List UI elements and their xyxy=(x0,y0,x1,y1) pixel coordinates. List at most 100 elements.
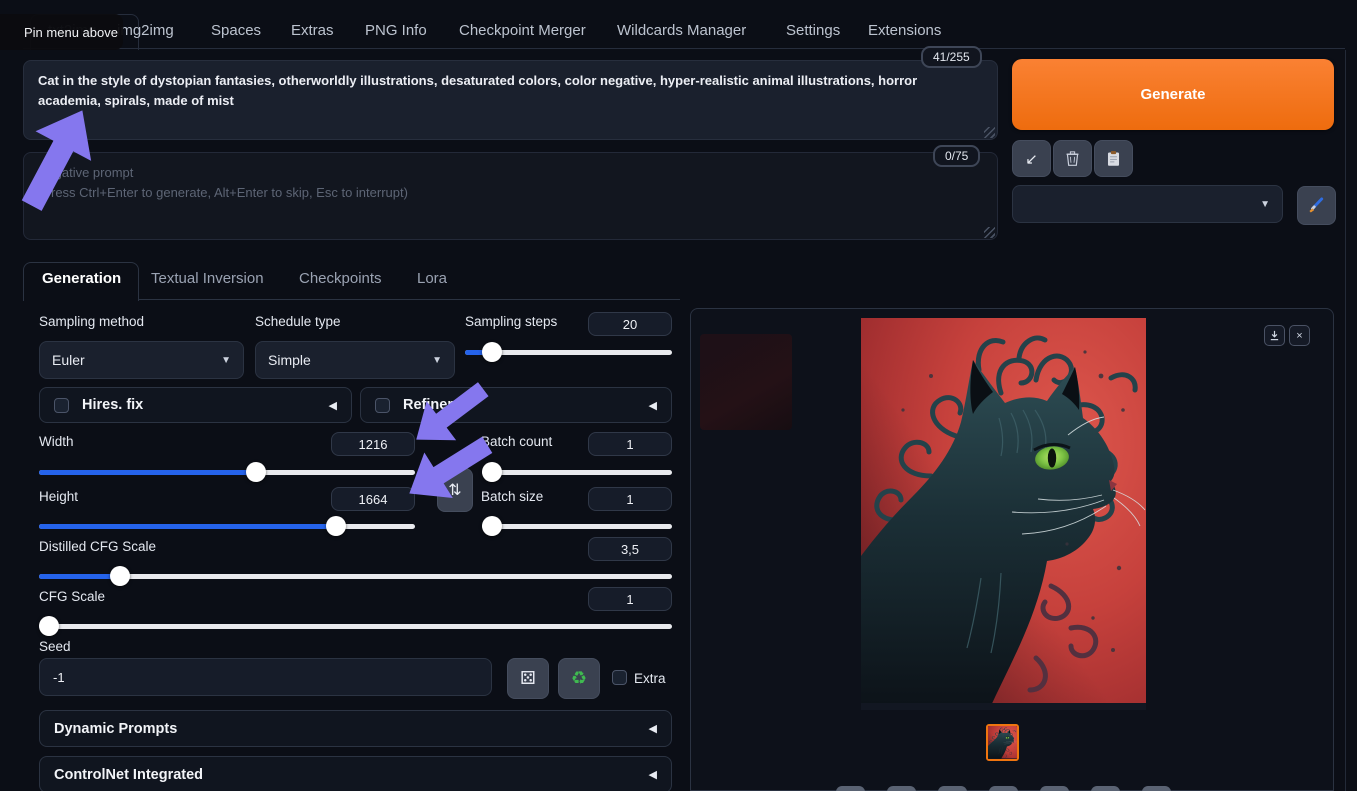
cfg-scale-input[interactable] xyxy=(588,587,672,611)
download-icon xyxy=(1269,330,1280,341)
batch-count-label: Batch count xyxy=(481,434,552,449)
tab-checkpoints[interactable]: Checkpoints xyxy=(299,270,382,287)
slider-knob[interactable] xyxy=(39,616,59,636)
batch-count-input[interactable] xyxy=(588,432,672,456)
gallery-action-button-1[interactable] xyxy=(836,786,865,791)
distilled-cfg-input[interactable] xyxy=(588,537,672,561)
width-input[interactable] xyxy=(331,432,415,456)
close-icon: × xyxy=(1296,330,1302,342)
gallery-thumbnail[interactable] xyxy=(986,724,1019,761)
seed-extra-checkbox[interactable] xyxy=(612,670,627,685)
generate-button[interactable]: Generate xyxy=(1012,59,1334,130)
tab-generation[interactable]: Generation xyxy=(42,270,121,287)
slider-knob[interactable] xyxy=(482,342,502,362)
txt2img-app: txt2img img2img Spaces Extras PNG Info C… xyxy=(0,0,1357,791)
tab-wildcards-manager[interactable]: Wildcards Manager xyxy=(617,22,746,39)
sampling-steps-label: Sampling steps xyxy=(465,314,557,329)
schedule-type-value: Simple xyxy=(268,352,311,368)
refiner-label: Refiner xyxy=(403,397,453,413)
chevron-down-icon: ▼ xyxy=(221,355,231,366)
distilled-cfg-slider[interactable] xyxy=(39,566,672,586)
tab-spaces[interactable]: Spaces xyxy=(211,22,261,39)
slider-knob[interactable] xyxy=(482,462,502,482)
corner-arrow-icon: ↙ xyxy=(1025,150,1038,168)
trash-icon xyxy=(1064,150,1081,167)
reuse-seed-button[interactable]: ♻ xyxy=(558,658,600,699)
height-slider[interactable] xyxy=(39,516,415,536)
thumbnail-cat-artwork xyxy=(988,726,1017,759)
batch-count-slider[interactable] xyxy=(482,462,672,482)
batch-size-input[interactable] xyxy=(588,487,672,511)
edit-styles-button[interactable] xyxy=(1297,186,1336,225)
hires-fix-accordion[interactable]: Hires. fix ◀ xyxy=(39,387,352,423)
refiner-accordion[interactable]: Refiner ◀ xyxy=(360,387,672,423)
clear-prompt-button[interactable] xyxy=(1053,140,1092,177)
gallery-action-button-5[interactable] xyxy=(1040,786,1069,791)
slider-fill xyxy=(39,574,120,579)
tab-extras[interactable]: Extras xyxy=(291,22,334,39)
gallery-action-button-2[interactable] xyxy=(887,786,916,791)
slider-knob[interactable] xyxy=(246,462,266,482)
generated-image[interactable] xyxy=(861,318,1146,710)
sampling-method-value: Euler xyxy=(52,352,85,368)
sampling-steps-input[interactable] xyxy=(588,312,672,336)
schedule-type-label: Schedule type xyxy=(255,314,341,329)
interrupt-corner-button[interactable]: ↙ xyxy=(1012,140,1051,177)
cfg-scale-label: CFG Scale xyxy=(39,589,105,604)
collapse-left-icon: ◀ xyxy=(649,399,657,412)
slider-track xyxy=(39,624,672,629)
batch-size-label: Batch size xyxy=(481,489,543,504)
download-image-button[interactable] xyxy=(1264,325,1285,346)
pin-menu-tooltip: Pin menu above xyxy=(0,14,123,50)
tab-settings[interactable]: Settings xyxy=(786,22,840,39)
prompt-resize-grip[interactable] xyxy=(984,127,995,138)
recycle-icon: ♻ xyxy=(571,668,587,689)
paste-generation-params-button[interactable] xyxy=(1094,140,1133,177)
cfg-scale-slider[interactable] xyxy=(39,616,672,636)
sampling-method-dropdown[interactable]: Euler ▼ xyxy=(39,341,244,379)
slider-fill xyxy=(39,470,256,475)
schedule-type-dropdown[interactable]: Simple ▼ xyxy=(255,341,455,379)
hires-fix-label: Hires. fix xyxy=(82,397,143,413)
tab-extensions[interactable]: Extensions xyxy=(868,22,941,39)
negative-resize-grip[interactable] xyxy=(984,227,995,238)
height-input[interactable] xyxy=(331,487,415,511)
random-seed-button[interactable]: ⚄ xyxy=(507,658,549,699)
gallery-action-button-6[interactable] xyxy=(1091,786,1120,791)
close-image-button[interactable]: × xyxy=(1289,325,1310,346)
tab-img2img[interactable]: img2img xyxy=(117,22,174,39)
negative-prompt-input[interactable] xyxy=(23,152,998,240)
clipboard-icon xyxy=(1105,150,1122,167)
width-slider[interactable] xyxy=(39,462,415,482)
negative-token-counter: 0/75 xyxy=(933,145,980,167)
slider-knob[interactable] xyxy=(110,566,130,586)
gallery-action-button-7[interactable] xyxy=(1142,786,1171,791)
dynamic-prompts-label: Dynamic Prompts xyxy=(54,721,177,737)
controlnet-accordion[interactable]: ControlNet Integrated ◀ xyxy=(39,756,672,791)
slider-knob[interactable] xyxy=(482,516,502,536)
prompt-token-counter: 41/255 xyxy=(921,46,982,68)
dynamic-prompts-accordion[interactable]: Dynamic Prompts ◀ xyxy=(39,710,672,747)
tab-lora[interactable]: Lora xyxy=(417,270,447,287)
collapse-left-icon: ◀ xyxy=(329,399,337,412)
gallery-action-button-4[interactable] xyxy=(989,786,1018,791)
refiner-checkbox[interactable] xyxy=(375,398,390,413)
style-preset-dropdown[interactable]: ▼ xyxy=(1012,185,1283,223)
distilled-cfg-label: Distilled CFG Scale xyxy=(39,539,156,554)
tab-checkpoint-merger[interactable]: Checkpoint Merger xyxy=(459,22,586,39)
gallery-action-button-3[interactable] xyxy=(938,786,967,791)
prompt-input[interactable]: Cat in the style of dystopian fantasies,… xyxy=(23,60,998,140)
swap-dimensions-button[interactable]: ⇅ xyxy=(437,468,473,512)
tab-textual-inversion[interactable]: Textual Inversion xyxy=(151,270,264,287)
nav-divider xyxy=(23,48,1345,49)
hires-fix-checkbox[interactable] xyxy=(54,398,69,413)
sampling-steps-slider[interactable] xyxy=(465,342,672,362)
batch-size-slider[interactable] xyxy=(482,516,672,536)
paintbrush-icon xyxy=(1307,196,1326,215)
slider-track xyxy=(482,470,672,475)
tab-png-info[interactable]: PNG Info xyxy=(365,22,427,39)
slider-track xyxy=(482,524,672,529)
width-label: Width xyxy=(39,434,74,449)
seed-input[interactable] xyxy=(39,658,492,696)
slider-knob[interactable] xyxy=(326,516,346,536)
